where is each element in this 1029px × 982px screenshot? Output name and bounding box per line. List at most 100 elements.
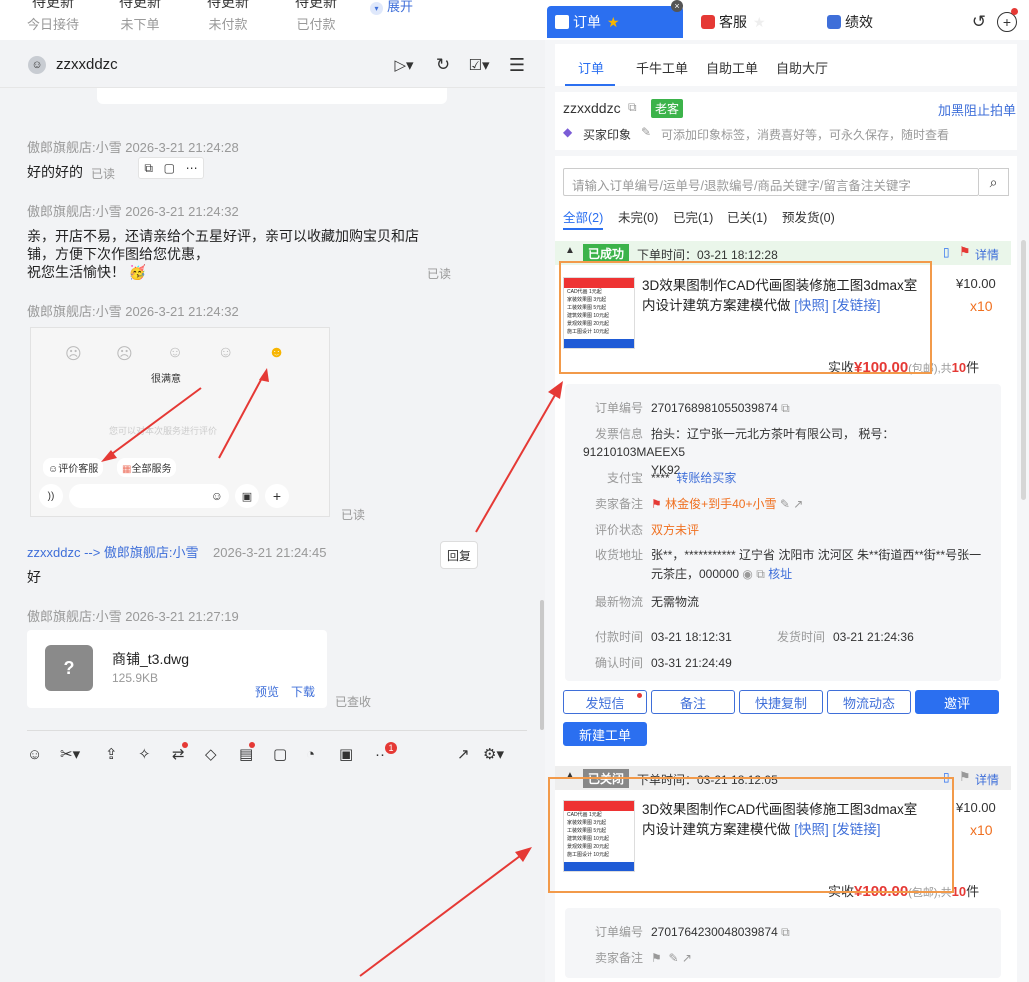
chat-bubble-icon[interactable]: ◔	[306, 746, 339, 763]
subtab-order[interactable]: 订单	[578, 58, 604, 77]
filter-unfinished[interactable]: 未完(0)	[618, 207, 658, 226]
thumb-line: CAD代画 1元起	[567, 289, 602, 295]
detail-label: 订单编号	[594, 401, 643, 415]
collapse-icon[interactable]: ▲	[565, 245, 575, 256]
stat-paid[interactable]: 待更新 已付款	[271, 0, 361, 33]
tab-performance[interactable]: 绩效	[827, 6, 947, 38]
order-scrollbar[interactable]	[1021, 240, 1026, 500]
scissors-icon[interactable]: ✂▾	[60, 745, 105, 763]
video-icon[interactable]: ▷▾	[390, 54, 418, 76]
file-name: 商铺_t3.dwg	[112, 651, 190, 667]
magic-icon[interactable]: ✧	[138, 745, 172, 763]
send-link[interactable]: [发链接]	[833, 822, 881, 837]
tab-service[interactable]: 客服 ★	[685, 6, 813, 38]
total-suffix: (包邮),共	[908, 363, 952, 375]
thumb-footer	[564, 339, 634, 348]
chat-scrollbar[interactable]	[540, 600, 544, 730]
reply-button[interactable]: 回复	[440, 541, 478, 569]
filter-presale[interactable]: 预发货(0)	[782, 207, 835, 226]
collapse-icon[interactable]: ▲	[565, 770, 575, 781]
flag-icon[interactable]: ⚑	[959, 769, 971, 785]
copy-icon[interactable]: ⧉	[144, 161, 153, 176]
message-actions: ⧉ ▢ ⋯	[138, 157, 204, 179]
product-title[interactable]: 3D效果图制作CAD代画图装修施工图3dmax室 内设计建筑方案建模代做 [快照]…	[642, 276, 942, 316]
stat-value: 待更新	[119, 0, 161, 10]
form-icon[interactable]: ▤	[239, 742, 273, 763]
product-thumbnail[interactable]: CAD代画 1元起 家装效果图 3元起 工装效果图 5元起 建筑效果图 10元起 景观效…	[563, 800, 635, 872]
edit-icon[interactable]: ✎	[780, 497, 790, 511]
external-icon[interactable]: ↗	[793, 497, 803, 511]
detail-link[interactable]: 详情	[975, 246, 999, 263]
read-status: 已读	[91, 167, 116, 181]
item-count-unit: 件	[966, 360, 980, 375]
external-icon[interactable]: ↗	[682, 951, 692, 965]
download-link[interactable]: 下载	[291, 683, 315, 700]
copy-icon[interactable]: ⧉	[628, 100, 637, 115]
send-sms-button[interactable]: 发短信	[563, 690, 647, 714]
stat-today[interactable]: 待更新 今日接待	[8, 0, 98, 33]
refresh-icon[interactable]: ↺	[969, 12, 989, 32]
emoji-icon[interactable]: ☺	[27, 746, 60, 763]
quote-icon[interactable]: ▢	[164, 161, 175, 175]
checklist-icon[interactable]: ☑▾	[464, 54, 494, 76]
filter-closed[interactable]: 已关(1)	[727, 207, 767, 226]
new-ticket-button[interactable]: 新建工单	[563, 722, 647, 746]
eval-status: 双方未评	[651, 523, 700, 537]
close-icon[interactable]: ×	[671, 0, 683, 12]
block-order-link[interactable]: 加黑阻止拍单	[938, 100, 1016, 119]
flag-icon[interactable]: ⚑	[959, 244, 971, 260]
copy-icon[interactable]: ⧉	[781, 401, 790, 415]
transfer-link[interactable]: 转账给买家	[676, 471, 736, 485]
share-icon[interactable]: ↗	[457, 745, 483, 763]
more-icon[interactable]: ⋯	[186, 161, 198, 175]
logistics-button[interactable]: 物流动态	[827, 690, 911, 714]
check-address-link[interactable]: 核址	[768, 567, 792, 581]
snapshot-link[interactable]: [快照]	[794, 298, 829, 313]
expand-button[interactable]: ▾ 展开	[370, 0, 413, 15]
refresh-icon[interactable]: ↻	[432, 54, 454, 76]
edit-icon[interactable]: ✎	[668, 951, 678, 965]
coupon-icon[interactable]: ◇	[205, 745, 239, 763]
filter-finished[interactable]: 已完(1)	[673, 207, 713, 226]
message-from[interactable]: zzxxddzc --> 傲郎旗舰店:小雪	[27, 545, 199, 560]
product-title[interactable]: 3D效果图制作CAD代画图装修施工图3dmax室 内设计建筑方案建模代做 [快照]…	[642, 800, 942, 840]
button-label: 新建工单	[578, 727, 631, 743]
chat-image[interactable]: ☹ ☹ ☺ ☺ ☻ 很满意 您可以对本次服务进行评价 ☺评价客服 ▦全部服务 )) ☺ …	[30, 327, 330, 517]
invite-review-button[interactable]: 邀评	[915, 690, 999, 714]
edit-icon[interactable]: ✎	[641, 125, 651, 139]
copy-icon[interactable]: ⧉	[756, 567, 765, 581]
order-search-input[interactable]: 请输入订单编号/运单号/退款编号/商品关键字/留言备注关键字	[563, 168, 979, 196]
eye-icon[interactable]: ◉	[742, 567, 752, 581]
ship-time: 03-21 21:24:36	[833, 630, 914, 644]
transfer-icon[interactable]: ⇄	[172, 742, 205, 763]
search-icon[interactable]: ⌕	[979, 168, 1009, 196]
quick-copy-button[interactable]: 快捷复制	[739, 690, 823, 714]
more-dots-icon[interactable]: ·· 1	[375, 741, 457, 763]
phone-icon[interactable]: ▯	[943, 245, 950, 259]
menu-icon[interactable]: ☰	[506, 54, 528, 76]
filter-all[interactable]: 全部(2)	[563, 207, 603, 226]
remark-button[interactable]: 备注	[651, 690, 735, 714]
stat-unordered[interactable]: 待更新 未下单	[95, 0, 185, 33]
settings-icon[interactable]: ⚙▾	[483, 745, 511, 763]
detail-link[interactable]: 详情	[975, 771, 999, 788]
product-thumbnail[interactable]: CAD代画 1元起 家装效果图 3元起 工装效果图 5元起 建筑效果图 10元起 景观效…	[563, 277, 635, 349]
tab-order[interactable]: 订单 ★	[547, 6, 683, 38]
cart-icon[interactable]: ▢	[273, 745, 306, 763]
subtab-qianniu-ticket[interactable]: 千牛工单	[636, 58, 688, 77]
subtab-self-ticket[interactable]: 自助工单	[706, 58, 758, 77]
thumb-header	[564, 278, 634, 288]
send-link[interactable]: [发链接]	[833, 298, 881, 313]
file-card[interactable]: ? 商铺_t3.dwg 125.9KB 预览 下载	[27, 630, 327, 708]
phone-icon[interactable]: ▯	[943, 770, 950, 784]
subtab-self-hall[interactable]: 自助大厅	[776, 58, 828, 77]
thumb-line: 施工图设计 10元起	[567, 329, 609, 335]
upload-icon[interactable]: ⇪	[105, 745, 138, 763]
add-icon[interactable]: +	[997, 12, 1017, 32]
snapshot-link[interactable]: [快照]	[794, 822, 829, 837]
stat-unpaid[interactable]: 待更新 未付款	[183, 0, 273, 33]
copy-icon[interactable]: ⧉	[781, 925, 790, 939]
contact-card-icon[interactable]: ▣	[339, 745, 375, 763]
product-title-line: 3D效果图制作CAD代画图装修施工图3dmax室	[642, 802, 918, 817]
preview-link[interactable]: 预览	[255, 683, 279, 700]
